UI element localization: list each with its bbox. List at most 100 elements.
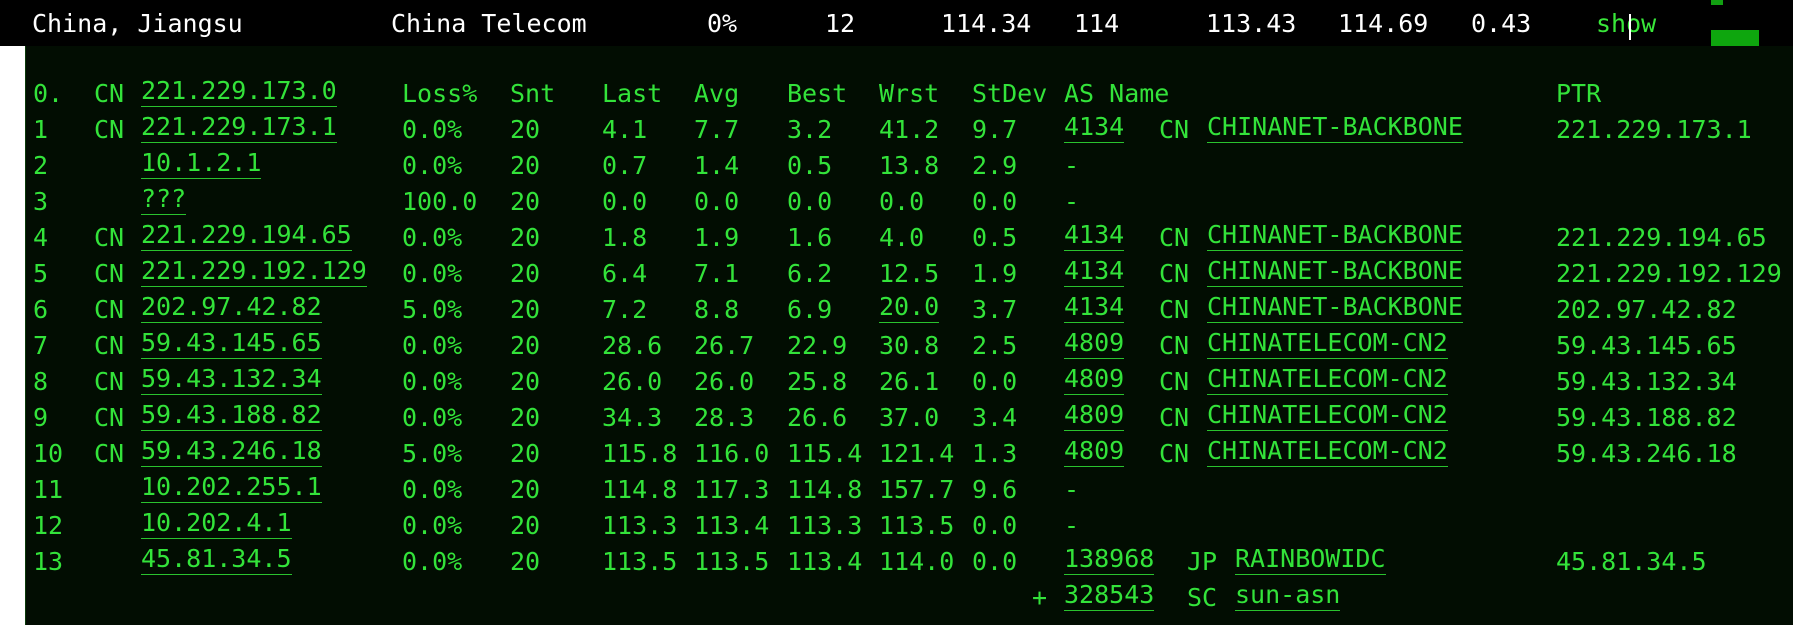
header-stdev: StDev — [972, 79, 1048, 108]
hop-number: 9 — [33, 403, 49, 432]
hop-host-link[interactable]: 59.43.246.18 — [141, 436, 322, 467]
hop-ptr: 59.43.132.34 — [1556, 367, 1737, 396]
summary-bar: China, Jiangsu China Telecom 0% 12 114.3… — [0, 0, 1793, 46]
hop-host-link[interactable]: 10.202.255.1 — [141, 472, 322, 503]
hop-host-link[interactable]: 59.43.188.82 — [141, 400, 322, 431]
hop-host-link[interactable]: 202.97.42.82 — [141, 292, 322, 323]
hop-row: 13 45.81.34.5 0.0% 20 113.5 113.5 113.4 … — [26, 544, 1793, 580]
hop-number: 11 — [33, 475, 64, 504]
hop-loss: 0.0% — [402, 403, 463, 432]
hop-host-link[interactable]: 10.1.2.1 — [141, 148, 262, 179]
hop-best: 22.9 — [787, 331, 848, 360]
hop-wrst: 12.5 — [879, 259, 940, 288]
hop-last: 0.7 — [602, 151, 648, 180]
hop-asn-link[interactable]: 4809 — [1064, 328, 1125, 359]
hop-asn-link[interactable]: 4134 — [1064, 220, 1125, 251]
hop-asn-link[interactable]: 4809 — [1064, 436, 1125, 467]
hop-avg: 113.5 — [694, 547, 770, 576]
hop-asn-link[interactable]: 4134 — [1064, 256, 1125, 287]
hop-snt: 20 — [510, 259, 541, 288]
hop-wrst: 113.5 — [879, 511, 955, 540]
hop-stdev: 3.4 — [972, 403, 1018, 432]
hop-as-name-link[interactable]: RAINBOWIDC — [1235, 544, 1386, 575]
header-host[interactable]: 221.229.173.0 — [141, 76, 337, 107]
hop-stdev: 9.6 — [972, 475, 1018, 504]
hop-row: 6 CN 202.97.42.82 5.0% 20 7.2 8.8 6.9 20… — [26, 292, 1793, 328]
show-link[interactable]: show — [1596, 9, 1656, 38]
header-hop: 0. — [33, 79, 64, 108]
hop-stdev: 0.0 — [972, 547, 1018, 576]
extra-as-name-link[interactable]: sun-asn — [1235, 580, 1341, 611]
hop-host-link[interactable]: 221.229.173.1 — [141, 112, 337, 143]
header-asname: AS Name — [1064, 79, 1170, 108]
hop-as-name-link[interactable]: CHINATELECOM-CN2 — [1207, 364, 1448, 395]
hop-number: 4 — [33, 223, 49, 252]
hop-as-name-link[interactable]: CHINANET-BACKBONE — [1207, 112, 1463, 143]
hop-host-link[interactable]: 10.202.4.1 — [141, 508, 292, 539]
summary-loss: 0% — [707, 9, 738, 38]
summary-avg: 114 — [1074, 9, 1120, 38]
hop-loss: 5.0% — [402, 439, 463, 468]
extra-as-prefix: + — [1032, 583, 1048, 612]
hop-asn-link[interactable]: 4134 — [1064, 292, 1125, 323]
hop-asn-link[interactable]: 4809 — [1064, 400, 1125, 431]
hop-as-country: CN — [1159, 367, 1190, 396]
summary-last: 114.34 — [941, 9, 1032, 38]
summary-best: 113.43 — [1206, 9, 1297, 38]
hop-wrst: 114.0 — [879, 547, 955, 576]
hop-as-country: CN — [1159, 259, 1190, 288]
hop-avg: 7.1 — [694, 259, 740, 288]
hop-asn-link[interactable]: 4134 — [1064, 112, 1125, 143]
hop-snt: 20 — [510, 511, 541, 540]
hop-last: 1.8 — [602, 223, 648, 252]
hop-loss: 0.0% — [402, 475, 463, 504]
hop-country: CN — [94, 439, 125, 468]
hop-asn-link[interactable]: 4809 — [1064, 364, 1125, 395]
hop-stdev: 2.9 — [972, 151, 1018, 180]
hop-stdev: 2.5 — [972, 331, 1018, 360]
hop-last: 7.2 — [602, 295, 648, 324]
hop-last: 26.0 — [602, 367, 663, 396]
extra-asn-link[interactable]: 328543 — [1064, 580, 1155, 611]
extra-as-row: + 328543 SC sun-asn — [26, 580, 1793, 616]
hop-best: 114.8 — [787, 475, 863, 504]
hop-loss: 0.0% — [402, 115, 463, 144]
hop-as-name-link[interactable]: CHINATELECOM-CN2 — [1207, 436, 1448, 467]
hop-wrst: 41.2 — [879, 115, 940, 144]
header-ptr: PTR — [1556, 79, 1602, 108]
hop-as-name-link[interactable]: CHINANET-BACKBONE — [1207, 220, 1463, 251]
hop-snt: 20 — [510, 295, 541, 324]
hop-avg: 7.7 — [694, 115, 740, 144]
hop-wrst: 37.0 — [879, 403, 940, 432]
hop-loss: 0.0% — [402, 367, 463, 396]
hop-host-link[interactable]: 221.229.194.65 — [141, 220, 352, 251]
hop-host-link[interactable]: 59.43.145.65 — [141, 328, 322, 359]
hop-snt: 20 — [510, 547, 541, 576]
hop-last: 115.8 — [602, 439, 678, 468]
hop-asn: - — [1064, 475, 1080, 504]
hop-stdev: 0.0 — [972, 187, 1018, 216]
hop-host-link[interactable]: 45.81.34.5 — [141, 544, 292, 575]
hop-asn: - — [1064, 511, 1080, 540]
hop-snt: 20 — [510, 403, 541, 432]
hop-as-name-link[interactable]: CHINATELECOM-CN2 — [1207, 328, 1448, 359]
hop-asn-link[interactable]: 138968 — [1064, 544, 1155, 575]
hop-as-name-link[interactable]: CHINATELECOM-CN2 — [1207, 400, 1448, 431]
hop-row: 7 CN 59.43.145.65 0.0% 20 28.6 26.7 22.9… — [26, 328, 1793, 364]
hop-avg: 116.0 — [694, 439, 770, 468]
hop-last: 28.6 — [602, 331, 663, 360]
hop-as-name-link[interactable]: CHINANET-BACKBONE — [1207, 256, 1463, 287]
hop-number: 12 — [33, 511, 64, 540]
hop-host-link[interactable]: 221.229.192.129 — [141, 256, 367, 287]
hop-host-link[interactable]: 59.43.132.34 — [141, 364, 322, 395]
hop-number: 6 — [33, 295, 49, 324]
hop-host-link[interactable]: ??? — [141, 184, 187, 215]
hop-as-name-link[interactable]: CHINANET-BACKBONE — [1207, 292, 1463, 323]
hop-best: 0.5 — [787, 151, 833, 180]
hop-row: 9 CN 59.43.188.82 0.0% 20 34.3 28.3 26.6… — [26, 400, 1793, 436]
hop-as-country: CN — [1159, 223, 1190, 252]
hop-snt: 20 — [510, 187, 541, 216]
hop-number: 2 — [33, 151, 49, 180]
hop-number: 10 — [33, 439, 64, 468]
summary-isp: China Telecom — [391, 9, 587, 38]
